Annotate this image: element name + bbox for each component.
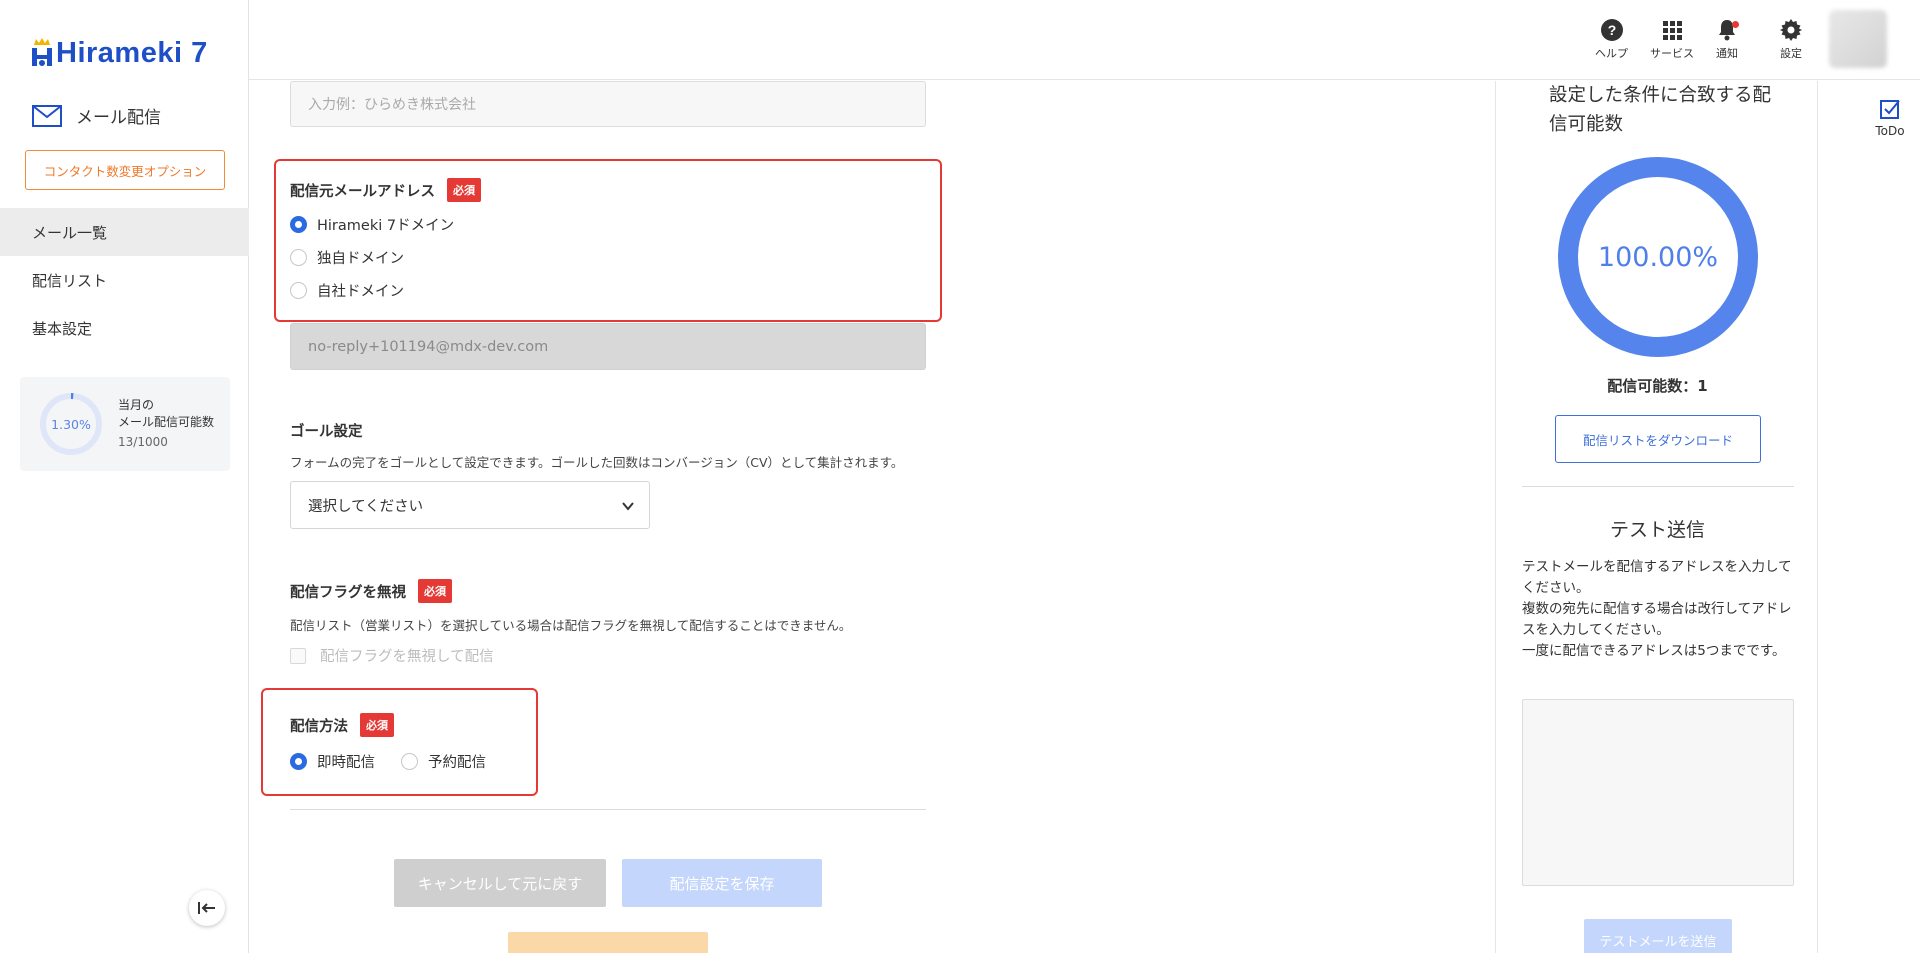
test-desc-line: テストメールを配信するアドレスを入力してください。 [1522,559,1792,596]
deliverable-count-title: 設定した条件に合致する配信可能数 [1549,85,1772,135]
sender-address-title: 配信元メールアドレス 必須 [290,178,481,202]
divider [290,809,926,810]
notifications-label: 通知 [1716,47,1738,60]
save-settings-button[interactable]: 配信設定を保存 [622,859,822,907]
radio-button[interactable] [401,753,418,770]
radio-button[interactable] [290,753,307,770]
todo-label: ToDo [1875,124,1905,138]
required-badge: 必須 [418,579,452,603]
quota-label-line2: メール配信可能数 [118,415,215,429]
deliverable-count: 配信可能数：1 [1607,377,1708,395]
test-send-title: テスト送信 [1609,519,1705,541]
help-button[interactable]: ? ヘルプ [1595,18,1628,61]
services-button[interactable]: サービス [1650,18,1694,61]
download-list-button[interactable]: 配信リストをダウンロード [1555,415,1761,463]
ignore-flag-checkbox[interactable] [290,647,306,664]
notification-dot [1732,21,1739,28]
collapse-sidebar-button[interactable] [189,890,225,926]
quota-count: 13/1000 [118,435,168,449]
donut-percent-label: 100.00% [1597,241,1719,273]
top-header: ? ヘルプ サービス 通知 設定 [249,0,1920,80]
chevron-down-icon [622,502,634,511]
test-address-textarea[interactable] [1522,699,1794,886]
sidebar-item-basic-settings[interactable]: 基本設定 [0,304,249,352]
ignore-flag-checkbox-row[interactable]: 配信フラグを無視して配信 [290,645,494,666]
settings-button[interactable]: 設定 [1779,18,1803,61]
main-form: 入力例：ひらめき株式会社 配信元メールアドレス 必須 Hirameki 7ドメイ… [250,81,1494,953]
radio-label: 即時配信 [317,755,375,771]
quota-label: 当月の メール配信可能数 [118,397,228,431]
logo[interactable]: Hirameki 7 [30,30,208,70]
partially-visible-button[interactable] [508,932,708,953]
radio-button[interactable] [290,249,307,266]
ignore-flag-description: 配信リスト（営業リスト）を選択している場合は配信フラグを無視して配信することはで… [290,618,852,633]
send-test-mail-button[interactable]: テストメールを送信 [1584,919,1732,953]
goal-title: ゴール設定 [290,420,363,441]
delivery-method-title: 配信方法 必須 [290,713,394,737]
mail-icon [32,104,62,127]
required-badge: 必須 [360,713,394,737]
required-badge: 必須 [447,178,481,202]
collapse-left-icon [198,902,215,914]
ignore-flag-title: 配信フラグを無視 必須 [290,579,452,603]
goal-select-value: 選択してください [308,498,424,515]
contact-option-button[interactable]: コンタクト数変更オプション [25,150,225,190]
divider [1522,486,1794,487]
radio-hirameki-domain[interactable]: Hirameki 7ドメイン [290,214,454,235]
radio-label: Hirameki 7ドメイン [317,218,455,234]
checkbox-icon [1880,100,1900,119]
sidebar-item-delivery-list[interactable]: 配信リスト [0,256,249,304]
logo-text: Hirameki 7 [56,37,208,69]
radio-immediate[interactable]: 即時配信 [290,751,375,772]
section-title: メール配信 [32,103,161,128]
logo-mark-icon [30,38,54,70]
gear-icon [1780,19,1802,41]
delivery-method-title-text: 配信方法 [290,718,348,735]
radio-label: 予約配信 [428,755,486,771]
test-send-description: テストメールを配信するアドレスを入力してください。 複数の宛先に配信する場合は改… [1522,557,1798,662]
delivery-method-highlight [261,688,538,796]
goal-title-text: ゴール設定 [290,424,363,440]
sidebar: Hirameki 7 メール配信 コンタクト数変更オプション メール一覧 配信リ… [0,0,249,953]
grid-icon [1663,21,1682,40]
radio-custom-domain[interactable]: 独自ドメイン [290,247,404,268]
help-icon: ? [1600,19,1623,41]
radio-label: 独自ドメイン [317,251,404,267]
goal-description: フォームの完了をゴールとして設定できます。ゴールした回数はコンバージョン（CV）… [290,455,904,470]
services-label: サービス [1650,47,1694,60]
monthly-quota-card: 1.30% 当月の メール配信可能数 13/1000 [20,377,230,471]
sidebar-nav: メール一覧 配信リスト 基本設定 [0,208,249,352]
sender-address-field: no-reply+101194@mdx-dev.com [290,323,926,370]
test-desc-line: 一度に配信できるアドレスは5つまでです。 [1522,643,1786,659]
test-desc-line: 複数の宛先に配信する場合は改行してアドレスを入力してください。 [1522,601,1792,638]
notifications-button[interactable]: 通知 [1715,18,1739,61]
svg-text:?: ? [1607,22,1616,38]
sender-address-title-text: 配信元メールアドレス [290,183,435,200]
radio-company-domain[interactable]: 自社ドメイン [290,280,404,301]
quota-label-line1: 当月の [118,398,155,412]
radio-button[interactable] [290,282,307,299]
ignore-flag-checkbox-label: 配信フラグを無視して配信 [320,649,494,665]
cancel-button[interactable]: キャンセルして元に戻す [394,859,606,907]
settings-label: 設定 [1780,47,1802,60]
radio-label: 自社ドメイン [317,284,404,300]
ignore-flag-title-text: 配信フラグを無視 [290,584,406,601]
right-panel: 設定した条件に合致する配信可能数 100.00% 配信可能数：1 配信リストをダ… [1495,81,1818,953]
sidebar-item-mail-list[interactable]: メール一覧 [0,208,249,256]
todo-button[interactable]: ToDo [1860,98,1920,138]
avatar[interactable] [1829,10,1887,68]
radio-button[interactable] [290,216,307,233]
goal-select[interactable]: 選択してください [290,481,650,529]
radio-scheduled[interactable]: 予約配信 [401,751,486,772]
section-title-label: メール配信 [76,108,161,128]
company-name-input[interactable]: 入力例：ひらめき株式会社 [290,81,926,127]
help-label: ヘルプ [1595,47,1628,60]
quota-percent: 1.30% [51,416,91,432]
